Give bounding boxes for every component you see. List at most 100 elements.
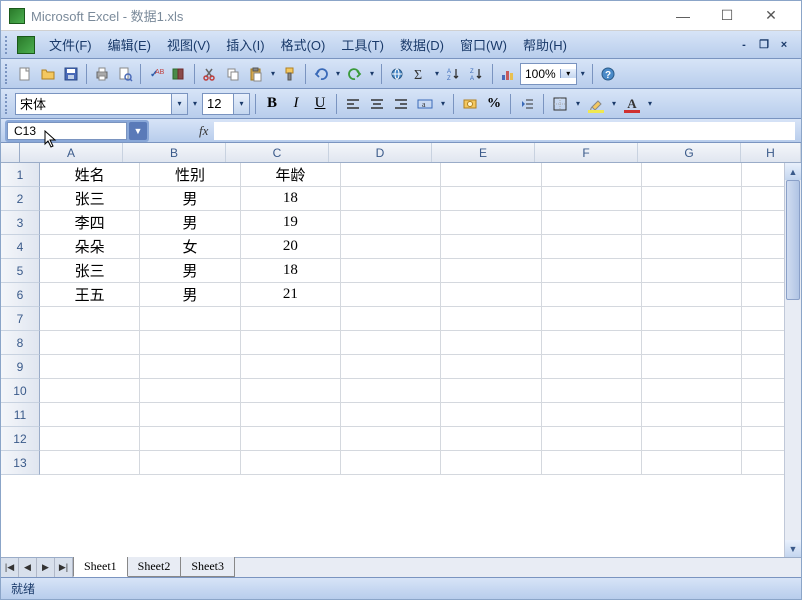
font-size-input[interactable] bbox=[203, 94, 233, 114]
cell-F7[interactable] bbox=[542, 307, 642, 331]
menu-file[interactable]: 文件(F) bbox=[41, 32, 100, 57]
menu-edit[interactable]: 编辑(E) bbox=[100, 32, 159, 57]
font-size-combo[interactable]: ▾ bbox=[202, 93, 250, 115]
column-header-D[interactable]: D bbox=[329, 143, 432, 162]
cell-A12[interactable] bbox=[40, 427, 140, 451]
select-all-corner[interactable] bbox=[1, 143, 20, 162]
borders-dropdown[interactable] bbox=[573, 99, 583, 108]
cell-F4[interactable] bbox=[542, 235, 642, 259]
cell-C13[interactable] bbox=[241, 451, 341, 475]
row-header-10[interactable]: 10 bbox=[1, 379, 40, 403]
redo-dropdown[interactable] bbox=[367, 69, 377, 78]
italic-button[interactable]: I bbox=[285, 93, 307, 115]
cell-G5[interactable] bbox=[642, 259, 742, 283]
cell-F12[interactable] bbox=[542, 427, 642, 451]
cell-B11[interactable] bbox=[140, 403, 240, 427]
cell-F5[interactable] bbox=[542, 259, 642, 283]
font-input[interactable] bbox=[16, 94, 171, 114]
cell-C9[interactable] bbox=[241, 355, 341, 379]
cell-E11[interactable] bbox=[441, 403, 541, 427]
cell-E6[interactable] bbox=[441, 283, 541, 307]
column-header-F[interactable]: F bbox=[535, 143, 638, 162]
cell-A7[interactable] bbox=[40, 307, 140, 331]
menu-help[interactable]: 帮助(H) bbox=[515, 32, 575, 57]
row-header-9[interactable]: 9 bbox=[1, 355, 40, 379]
row-header-12[interactable]: 12 bbox=[1, 427, 40, 451]
cell-E2[interactable] bbox=[441, 187, 541, 211]
cell-D12[interactable] bbox=[341, 427, 441, 451]
cell-A13[interactable] bbox=[40, 451, 140, 475]
cell-A4[interactable]: 朵朵 bbox=[40, 235, 140, 259]
format-painter-button[interactable] bbox=[279, 63, 301, 85]
row-header-8[interactable]: 8 bbox=[1, 331, 40, 355]
mdi-minimize-button[interactable]: - bbox=[735, 37, 753, 53]
row-header-1[interactable]: 1 bbox=[1, 163, 40, 187]
cell-C5[interactable]: 18 bbox=[241, 259, 341, 283]
cell-G2[interactable] bbox=[642, 187, 742, 211]
column-header-H[interactable]: H bbox=[741, 143, 801, 162]
cell-B8[interactable] bbox=[140, 331, 240, 355]
copy-button[interactable] bbox=[222, 63, 244, 85]
column-header-G[interactable]: G bbox=[638, 143, 741, 162]
cell-E1[interactable] bbox=[441, 163, 541, 187]
undo-button[interactable] bbox=[310, 63, 332, 85]
tab-last-button[interactable]: ▶| bbox=[55, 558, 73, 577]
align-left-button[interactable] bbox=[342, 93, 364, 115]
sheet-tab-sheet2[interactable]: Sheet2 bbox=[127, 557, 182, 577]
cell-D2[interactable] bbox=[341, 187, 441, 211]
cell-B3[interactable]: 男 bbox=[140, 211, 240, 235]
cell-E10[interactable] bbox=[441, 379, 541, 403]
align-center-button[interactable] bbox=[366, 93, 388, 115]
row-header-3[interactable]: 3 bbox=[1, 211, 40, 235]
sort-desc-button[interactable]: ZA bbox=[466, 63, 488, 85]
cell-A6[interactable]: 王五 bbox=[40, 283, 140, 307]
menu-format[interactable]: 格式(O) bbox=[273, 32, 334, 57]
cell-D9[interactable] bbox=[341, 355, 441, 379]
zoom-dropdown[interactable] bbox=[578, 69, 588, 78]
name-box-dropdown[interactable]: ▼ bbox=[129, 122, 147, 140]
cell-B13[interactable] bbox=[140, 451, 240, 475]
decrease-indent-button[interactable] bbox=[516, 93, 538, 115]
save-button[interactable] bbox=[60, 63, 82, 85]
cell-A8[interactable] bbox=[40, 331, 140, 355]
horizontal-scrollbar[interactable] bbox=[238, 558, 801, 577]
cell-B6[interactable]: 男 bbox=[140, 283, 240, 307]
cell-G10[interactable] bbox=[642, 379, 742, 403]
cell-F3[interactable] bbox=[542, 211, 642, 235]
new-button[interactable] bbox=[14, 63, 36, 85]
cell-G3[interactable] bbox=[642, 211, 742, 235]
cell-A5[interactable]: 张三 bbox=[40, 259, 140, 283]
percent-button[interactable]: % bbox=[483, 93, 505, 115]
tab-next-button[interactable]: ▶ bbox=[37, 558, 55, 577]
autosum-dropdown[interactable] bbox=[432, 69, 442, 78]
help-button[interactable]: ? bbox=[597, 63, 619, 85]
app-menu-icon[interactable] bbox=[17, 36, 35, 54]
sheet-tab-sheet3[interactable]: Sheet3 bbox=[180, 557, 235, 577]
research-button[interactable] bbox=[168, 63, 190, 85]
cell-D7[interactable] bbox=[341, 307, 441, 331]
minimize-button[interactable]: — bbox=[661, 2, 705, 30]
menu-window[interactable]: 窗口(W) bbox=[452, 32, 515, 57]
mdi-close-button[interactable]: × bbox=[775, 37, 793, 53]
row-header-7[interactable]: 7 bbox=[1, 307, 40, 331]
cell-D1[interactable] bbox=[341, 163, 441, 187]
fill-color-dropdown[interactable] bbox=[609, 99, 619, 108]
cell-F2[interactable] bbox=[542, 187, 642, 211]
cell-G6[interactable] bbox=[642, 283, 742, 307]
font-size-dropdown-arrow[interactable]: ▾ bbox=[233, 94, 249, 114]
menu-insert[interactable]: 插入(I) bbox=[218, 32, 272, 57]
cell-C2[interactable]: 18 bbox=[241, 187, 341, 211]
cell-B2[interactable]: 男 bbox=[140, 187, 240, 211]
vertical-scroll-thumb[interactable] bbox=[786, 180, 800, 300]
menubar-grip[interactable] bbox=[5, 36, 11, 54]
font-color-button[interactable]: A bbox=[621, 93, 643, 115]
cell-C11[interactable] bbox=[241, 403, 341, 427]
column-header-E[interactable]: E bbox=[432, 143, 535, 162]
cell-A1[interactable]: 姓名 bbox=[40, 163, 140, 187]
tab-first-button[interactable]: |◀ bbox=[1, 558, 19, 577]
maximize-button[interactable]: ☐ bbox=[705, 2, 749, 30]
cell-E7[interactable] bbox=[441, 307, 541, 331]
cell-B12[interactable] bbox=[140, 427, 240, 451]
scroll-up-button[interactable]: ▲ bbox=[785, 163, 801, 180]
scroll-down-button[interactable]: ▼ bbox=[785, 540, 801, 557]
